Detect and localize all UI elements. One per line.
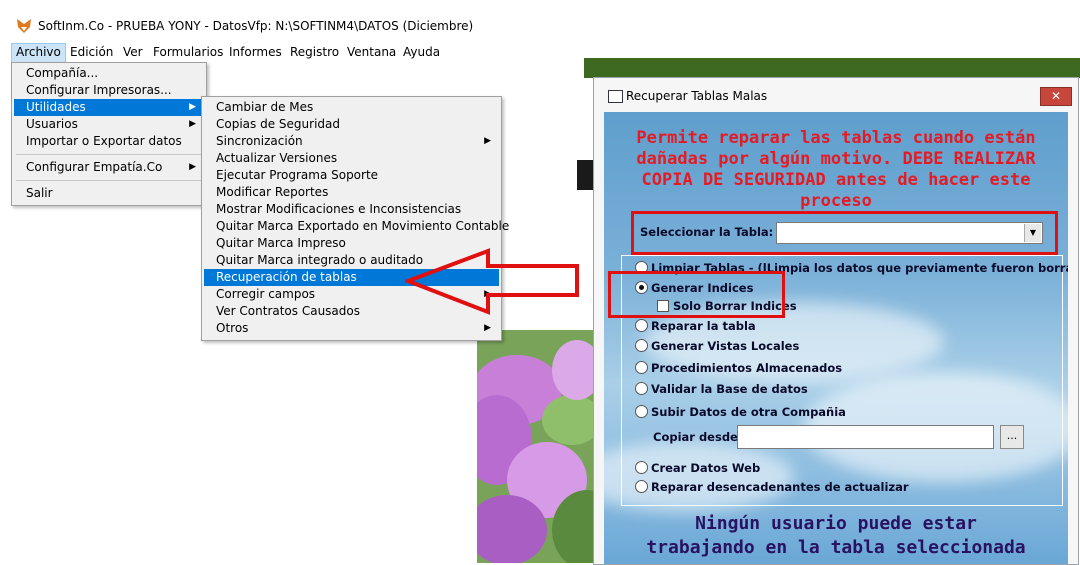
submenu-arrow-icon: ▶: [484, 136, 491, 146]
window-title: SoftInm.Co - PRUEBA YONY - DatosVfp: N:\…: [38, 19, 474, 33]
menu-item-salir[interactable]: Salir: [14, 185, 204, 202]
menu-ver[interactable]: Ver: [119, 43, 147, 62]
option-procedimientos[interactable]: Procedimientos Almacenados: [635, 360, 842, 376]
dialog-title: Recuperar Tablas Malas: [626, 89, 768, 103]
warning-line: proceso: [800, 191, 872, 211]
app-logo-icon: [17, 19, 31, 33]
menu-item-sincronizacion[interactable]: Sincronización ▶: [204, 133, 499, 150]
menu-item-label: Corregir campos: [216, 287, 316, 301]
menu-item-ejecutar-soporte[interactable]: Ejecutar Programa Soporte: [204, 167, 499, 184]
footer-line: Ningún usuario puede estar: [695, 513, 977, 534]
menu-separator: [16, 154, 202, 155]
option-label: Reparar desencadenantes de actualizar: [651, 480, 909, 494]
warning-line: COPIA DE SEGURIDAD antes de hacer este: [641, 170, 1031, 190]
menu-item-copias-seguridad[interactable]: Copias de Seguridad: [204, 116, 499, 133]
menu-ayuda[interactable]: Ayuda: [399, 43, 444, 62]
menu-item-compania[interactable]: Compañía...: [14, 65, 204, 82]
option-label: Subir Datos de otra Compañia: [651, 405, 846, 419]
submenu-arrow-icon: ▶: [189, 119, 196, 129]
option-crear-datos-web[interactable]: Crear Datos Web: [635, 460, 760, 476]
menu-informes[interactable]: Informes: [225, 43, 286, 62]
browse-button[interactable]: ...: [1000, 425, 1024, 449]
copiar-desde-input[interactable]: [737, 425, 994, 449]
footer-line: trabajando en la tabla seleccionada: [646, 537, 1026, 558]
menu-item-configurar-empatia[interactable]: Configurar Empatía.Co ▶: [14, 159, 204, 176]
menu-item-modificar-reportes[interactable]: Modificar Reportes: [204, 184, 499, 201]
table-icon: [608, 90, 623, 103]
option-label: Reparar la tabla: [651, 319, 756, 333]
submenu-arrow-icon: ▶: [189, 162, 196, 172]
menu-item-quitar-marca-exportado[interactable]: Quitar Marca Exportado en Movimiento Con…: [204, 218, 509, 235]
window-titlebar: SoftInm.Co - PRUEBA YONY - DatosVfp: N:\…: [0, 0, 1080, 40]
menubar: Archivo Edición Ver Formularios Informes…: [0, 43, 1080, 64]
menu-archivo[interactable]: Archivo: [11, 43, 66, 64]
menu-item-importar-exportar[interactable]: Importar o Exportar datos: [14, 133, 204, 150]
annotation-box-indices: [608, 271, 785, 318]
radio-icon[interactable]: [635, 382, 648, 395]
menu-registro[interactable]: Registro: [286, 43, 343, 62]
menu-item-label: Otros: [216, 321, 249, 335]
annotation-box-select: [631, 211, 1058, 255]
menu-item-label: Sincronización: [216, 134, 303, 148]
menu-item-cambiar-mes[interactable]: Cambiar de Mes: [204, 99, 499, 116]
menu-item-usuarios[interactable]: Usuarios ▶: [14, 116, 204, 133]
menu-item-utilidades[interactable]: Utilidades ▶: [14, 99, 204, 116]
option-label: Procedimientos Almacenados: [651, 361, 843, 375]
radio-icon[interactable]: [635, 319, 648, 332]
menu-item-label: Configurar Empatía.Co: [26, 160, 163, 174]
annotation-arrow-icon: [405, 248, 579, 315]
recuperar-tablas-dialog: Recuperar Tablas Malas ✕ Permite reparar…: [593, 77, 1079, 565]
option-label: Generar Vistas Locales: [651, 339, 800, 353]
menu-item-label: Usuarios: [26, 117, 78, 131]
menu-ventana[interactable]: Ventana: [343, 43, 400, 62]
menu-edicion[interactable]: Edición: [66, 43, 117, 62]
option-reparar-desencadenantes[interactable]: Reparar desencadenantes de actualizar: [635, 479, 909, 495]
radio-icon[interactable]: [635, 461, 648, 474]
option-subir-datos[interactable]: Subir Datos de otra Compañia: [635, 404, 846, 420]
radio-icon[interactable]: [635, 405, 648, 418]
option-reparar-tabla[interactable]: Reparar la tabla: [635, 318, 756, 334]
warning-line: dañadas por algún motivo. DEBE REALIZAR: [636, 149, 1036, 169]
copiar-desde-label: Copiar desde:: [653, 430, 743, 444]
menu-separator: [16, 180, 202, 181]
option-vistas-locales[interactable]: Generar Vistas Locales: [635, 338, 799, 354]
radio-icon[interactable]: [635, 339, 648, 352]
dialog-body: Permite reparar las tablas cuando están …: [604, 112, 1068, 564]
warning-text: Permite reparar las tablas cuando están …: [604, 128, 1068, 212]
warning-line: Permite reparar las tablas cuando están: [636, 128, 1036, 148]
menu-item-configurar-impresoras[interactable]: Configurar Impresoras...: [14, 82, 204, 99]
close-button[interactable]: ✕: [1040, 87, 1072, 106]
menu-item-mostrar-modificaciones[interactable]: Mostrar Modificaciones e Inconsistencias: [204, 201, 499, 218]
menu-item-actualizar-versiones[interactable]: Actualizar Versiones: [204, 150, 499, 167]
option-label: Crear Datos Web: [651, 461, 761, 475]
archivo-menu: Compañía... Configurar Impresoras... Uti…: [11, 62, 207, 206]
submenu-arrow-icon: ▶: [189, 102, 196, 112]
option-validar-base[interactable]: Validar la Base de datos: [635, 381, 808, 397]
menu-formularios[interactable]: Formularios: [149, 43, 227, 62]
radio-icon[interactable]: [635, 480, 648, 493]
menu-item-label: Utilidades: [26, 100, 86, 114]
radio-icon[interactable]: [635, 361, 648, 374]
footer-warning-text: Ningún usuario puede estar trabajando en…: [604, 512, 1068, 560]
option-label: Validar la Base de datos: [651, 382, 808, 396]
